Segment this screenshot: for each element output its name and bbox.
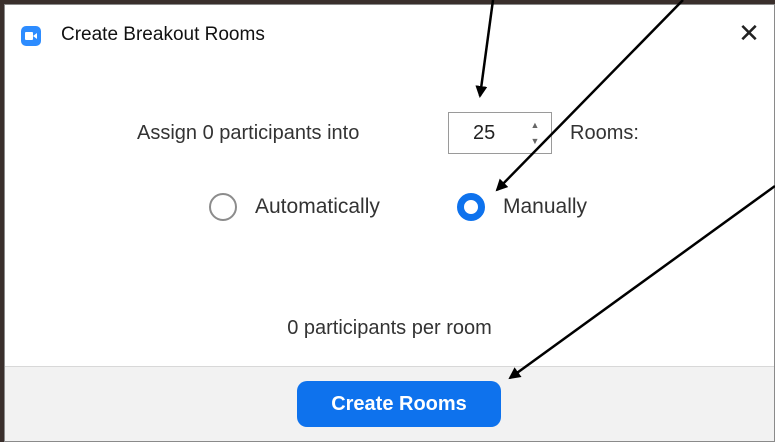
chevron-down-icon[interactable]: ▼ <box>529 134 541 148</box>
room-count-stepper[interactable]: 25 ▲ ▼ <box>448 112 552 154</box>
create-breakout-rooms-dialog: Create Breakout Rooms ✕ Assign 0 partici… <box>4 4 775 442</box>
radio-circle-automatically[interactable] <box>209 193 237 221</box>
rooms-label: Rooms: <box>570 122 639 144</box>
room-count-value[interactable]: 25 <box>473 122 495 145</box>
title-bar: Create Breakout Rooms ✕ <box>5 5 774 61</box>
radio-manually[interactable]: Manually <box>457 193 587 221</box>
assignment-mode: Automatically Manually <box>5 191 774 225</box>
radio-label-automatically[interactable]: Automatically <box>255 195 380 219</box>
chevron-up-icon[interactable]: ▲ <box>529 118 541 132</box>
participants-per-room: 0 participants per room <box>287 317 492 339</box>
dialog-title: Create Breakout Rooms <box>61 24 265 45</box>
zoom-app-icon <box>21 26 41 46</box>
radio-label-manually[interactable]: Manually <box>503 195 587 219</box>
assign-row: Assign 0 participants into 25 ▲ ▼ Rooms: <box>5 112 774 154</box>
radio-circle-manually[interactable] <box>457 193 485 221</box>
radio-automatically[interactable]: Automatically <box>209 193 380 221</box>
close-icon[interactable]: ✕ <box>734 17 764 49</box>
create-rooms-button[interactable]: Create Rooms <box>297 381 501 427</box>
dialog-footer: Create Rooms <box>5 366 774 441</box>
assign-label: Assign 0 participants into <box>137 122 360 144</box>
